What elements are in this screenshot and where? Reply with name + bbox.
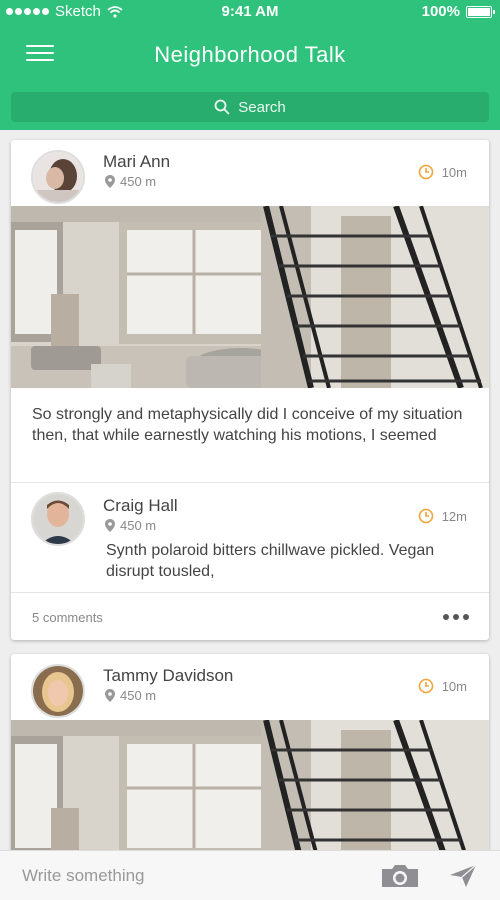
post-distance: 450 m xyxy=(120,688,157,703)
camera-icon[interactable] xyxy=(380,863,420,894)
search-icon xyxy=(214,99,230,115)
post-location: 450 m xyxy=(105,688,156,703)
comment-text: Synth polaroid bitters chillwave pickled… xyxy=(106,542,435,580)
comment-author[interactable]: Craig Hall xyxy=(103,496,178,516)
comment-time: 12m xyxy=(418,508,467,524)
search-input[interactable]: Search xyxy=(11,92,489,122)
comment-distance: 450 m xyxy=(120,518,157,533)
more-icon[interactable] xyxy=(443,614,469,620)
divider xyxy=(11,482,489,483)
post-time-label: 10m xyxy=(441,164,467,180)
post-author[interactable]: Mari Ann xyxy=(103,152,170,172)
clock-icon xyxy=(418,508,434,524)
battery-percent: 100% xyxy=(421,3,460,20)
app-header: Sketch 9:41 AM 100% Neighborhood Talk Se… xyxy=(0,0,500,130)
clock-icon xyxy=(418,164,434,180)
avatar[interactable] xyxy=(31,150,85,204)
search-placeholder: Search xyxy=(238,98,286,116)
avatar[interactable] xyxy=(31,492,85,546)
location-pin-icon xyxy=(105,689,115,702)
compose-input[interactable] xyxy=(22,863,352,889)
post-time-label: 10m xyxy=(441,678,467,694)
post-distance: 450 m xyxy=(120,174,157,189)
post-time: 10m xyxy=(418,678,467,694)
divider xyxy=(11,592,489,593)
comment-location: 450 m xyxy=(105,518,156,533)
post-author[interactable]: Tammy Davidson xyxy=(103,666,233,686)
post-time: 10m xyxy=(418,164,467,180)
post-card[interactable]: Mari Ann 450 m 10m So strongly and metap… xyxy=(11,140,489,640)
location-pin-icon xyxy=(105,175,115,188)
status-bar: Sketch 9:41 AM 100% xyxy=(0,0,500,24)
clock-icon xyxy=(418,678,434,694)
composer-bar xyxy=(0,850,500,900)
comments-count-link[interactable]: 5 comments xyxy=(32,610,103,625)
comment-time-label: 12m xyxy=(441,508,467,524)
location-pin-icon xyxy=(105,519,115,532)
post-location: 450 m xyxy=(105,174,156,189)
avatar[interactable] xyxy=(31,664,85,718)
post-photo[interactable] xyxy=(11,206,489,388)
post-text: So strongly and metaphysically did I con… xyxy=(32,406,463,444)
battery-icon xyxy=(466,5,495,18)
page-title: Neighborhood Talk xyxy=(154,42,346,67)
send-icon[interactable] xyxy=(448,863,478,894)
